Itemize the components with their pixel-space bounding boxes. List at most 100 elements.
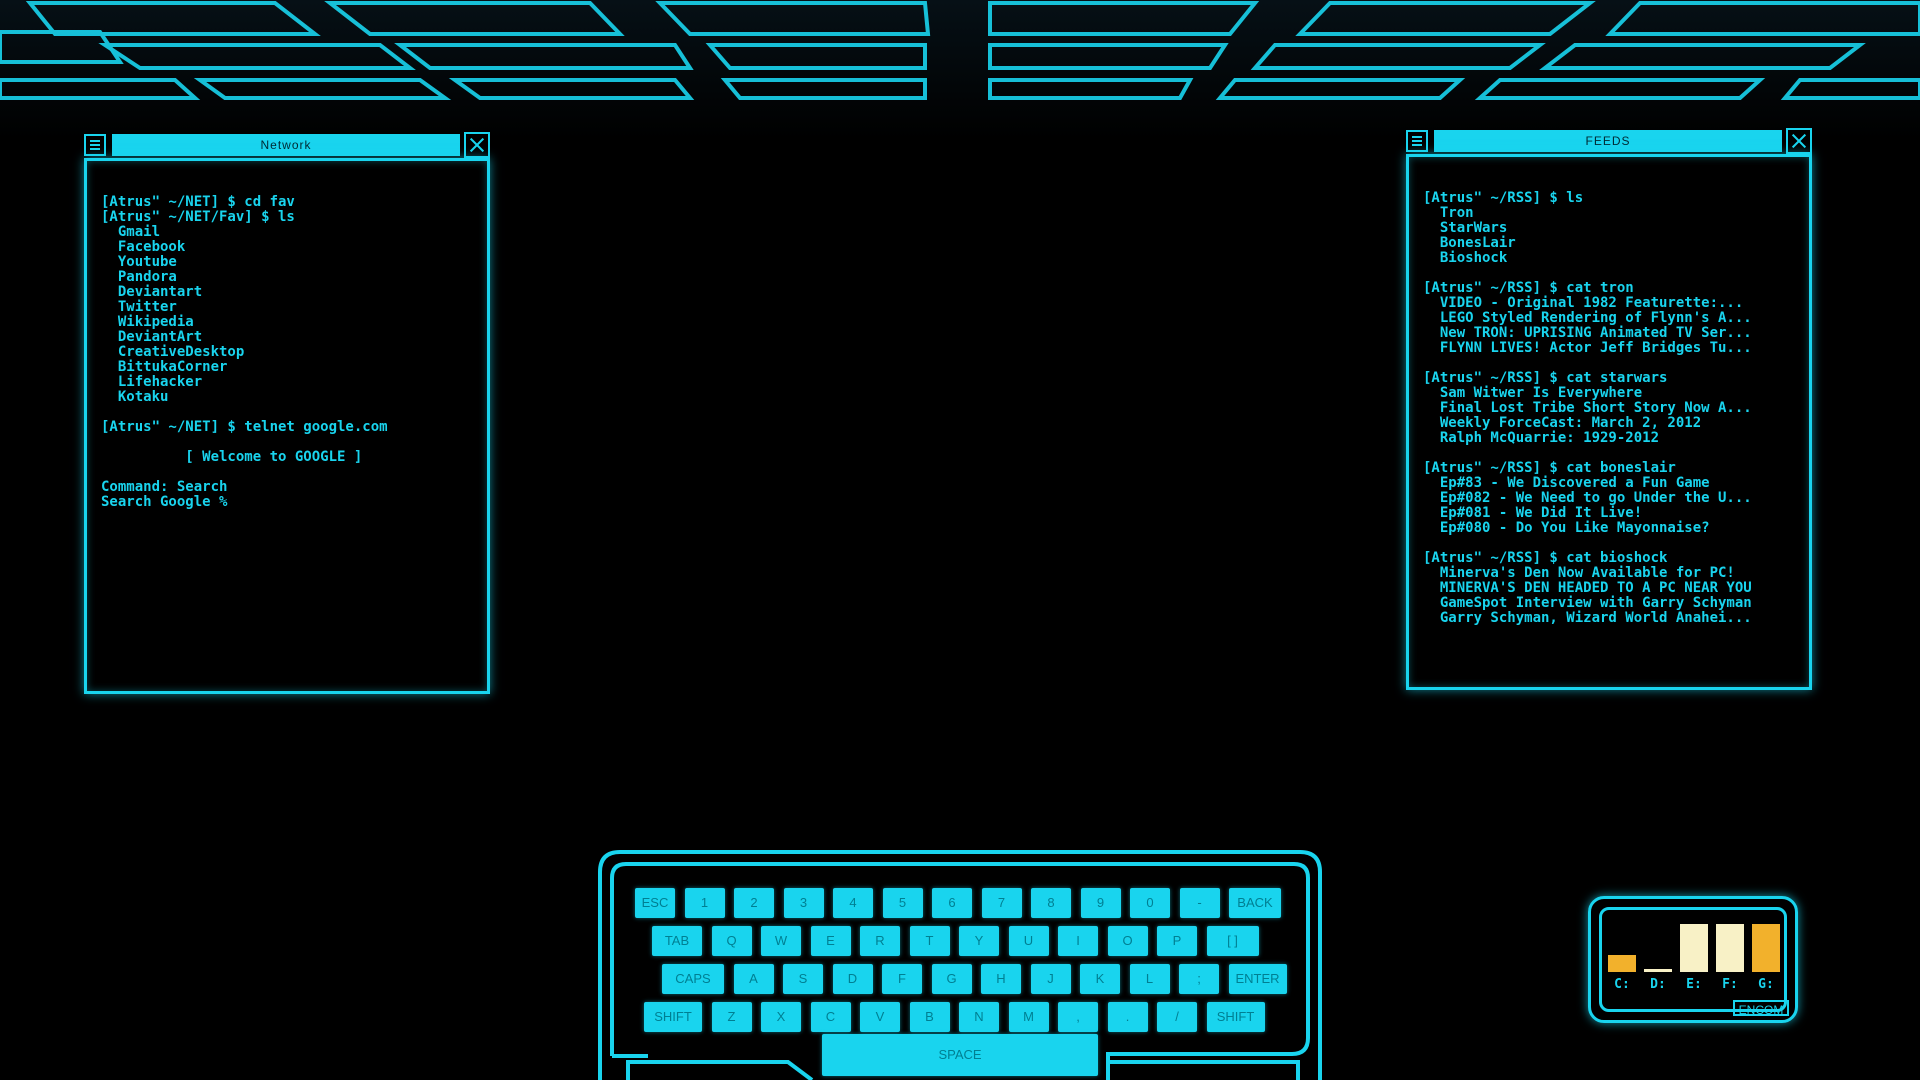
key-i[interactable]: I: [1058, 926, 1098, 956]
feeds-title: FEEDS: [1434, 130, 1782, 152]
key-g[interactable]: G: [931, 964, 972, 994]
key-tab[interactable]: TAB: [652, 926, 702, 956]
key-esc[interactable]: ESC: [635, 888, 675, 918]
terminal-line: Command: Search: [101, 479, 228, 495]
network-terminal[interactable]: [Atrus" ~/NET] $ cd fav [Atrus" ~/NET/Fav…: [84, 158, 490, 694]
terminal-line: [ Welcome to GOOGLE ]: [101, 449, 363, 465]
key-s[interactable]: S: [783, 964, 823, 994]
key-n[interactable]: N: [959, 1002, 999, 1032]
key-9[interactable]: 9: [1080, 888, 1121, 918]
key-r[interactable]: R: [860, 926, 900, 956]
drive-label: G:: [1758, 977, 1774, 992]
key-3[interactable]: 3: [783, 888, 824, 918]
key-symbol[interactable]: ,: [1058, 1002, 1098, 1032]
key-symbol[interactable]: [ ]: [1206, 926, 1259, 956]
terminal-line: New TRON: UPRISING Animated TV Ser...: [1423, 325, 1752, 341]
terminal-line: [Atrus" ~/RSS] $ cat boneslair: [1423, 460, 1676, 476]
key-f[interactable]: F: [882, 964, 922, 994]
on-screen-keyboard: ESC 1 2 3 4 5 6 7 8 9 0- BACK TAB Q W E R T Y U I O P[ ] CAPS A S…: [588, 848, 1332, 1080]
key-x[interactable]: X: [761, 1002, 801, 1032]
terminal-line: Lifehacker: [101, 374, 203, 390]
key-symbol[interactable]: .: [1107, 1002, 1148, 1032]
network-menu-icon[interactable]: [84, 134, 106, 156]
key-j[interactable]: J: [1030, 964, 1071, 994]
key-m[interactable]: M: [1008, 1002, 1049, 1032]
drive-label: F:: [1722, 977, 1738, 992]
key-y[interactable]: Y: [959, 926, 999, 956]
terminal-line: [Atrus" ~/RSS] $ cat starwars: [1423, 370, 1668, 386]
key-space[interactable]: SPACE: [822, 1034, 1098, 1076]
drive-bar: [1608, 955, 1636, 972]
key-d[interactable]: D: [832, 964, 873, 994]
key-l[interactable]: L: [1129, 964, 1170, 994]
key-e[interactable]: E: [810, 926, 851, 956]
network-close-icon[interactable]: [464, 132, 490, 158]
key-8[interactable]: 8: [1031, 888, 1071, 918]
network-window: Network [Atrus" ~/NET] $ cd fav [Atrus" ~…: [84, 132, 490, 694]
terminal-line: Ep#080 - Do You Like Mayonnaise?: [1423, 520, 1710, 536]
key-1[interactable]: 1: [684, 888, 725, 918]
key-symbol[interactable]: /: [1157, 1002, 1197, 1032]
key-a[interactable]: A: [733, 964, 774, 994]
key-7[interactable]: 7: [981, 888, 1022, 918]
feeds-titlebar[interactable]: FEEDS: [1406, 128, 1812, 154]
key-symbol[interactable]: ;: [1179, 964, 1219, 994]
key-q[interactable]: Q: [711, 926, 752, 956]
terminal-line: [Atrus" ~/NET] $ cd fav: [101, 194, 295, 210]
key-h[interactable]: H: [981, 964, 1021, 994]
terminal-line: Tron: [1423, 205, 1474, 221]
key-b[interactable]: B: [909, 1002, 950, 1032]
feeds-window: FEEDS [Atrus" ~/RSS] $ ls Tron StarWars …: [1406, 128, 1812, 690]
key-0[interactable]: 0: [1130, 888, 1170, 918]
feeds-close-icon[interactable]: [1786, 128, 1812, 154]
key-u[interactable]: U: [1008, 926, 1049, 956]
key-caps[interactable]: CAPS: [662, 964, 724, 994]
key-t[interactable]: T: [909, 926, 950, 956]
network-title: Network: [112, 134, 460, 156]
terminal-line: Ralph McQuarrie: 1929-2012: [1423, 430, 1660, 446]
drive-bar: [1716, 924, 1744, 972]
terminal-line: Garry Schyman, Wizard World Anahei...: [1423, 610, 1752, 626]
terminal-line: Minerva's Den Now Available for PC!: [1423, 565, 1735, 581]
drive-label: C:: [1614, 977, 1630, 992]
key-c[interactable]: C: [810, 1002, 851, 1032]
drive-label: E:: [1686, 977, 1702, 992]
terminal-line: [Atrus" ~/RSS] $ cat bioshock: [1423, 550, 1668, 566]
key-shift[interactable]: SHIFT: [1206, 1002, 1265, 1032]
terminal-line: BonesLair: [1423, 235, 1516, 251]
drive-usage-panel: C: D: E: F: G: ENCOM: [1599, 907, 1789, 1017]
key-back[interactable]: BACK: [1229, 888, 1281, 918]
key-p[interactable]: P: [1157, 926, 1197, 956]
key-symbol[interactable]: -: [1179, 888, 1220, 918]
key-v[interactable]: V: [860, 1002, 900, 1032]
key-4[interactable]: 4: [833, 888, 873, 918]
terminal-line: GameSpot Interview with Garry Schyman: [1423, 595, 1752, 611]
feeds-terminal[interactable]: [Atrus" ~/RSS] $ ls Tron StarWars BonesL…: [1406, 154, 1812, 690]
terminal-line: Final Lost Tribe Short Story Now A...: [1423, 400, 1752, 416]
drive-bar: [1644, 969, 1672, 972]
terminal-line: [Atrus" ~/NET/Fav] $ ls: [101, 209, 295, 225]
network-titlebar[interactable]: Network: [84, 132, 490, 158]
key-5[interactable]: 5: [882, 888, 923, 918]
terminal-line: Search Google %: [101, 494, 228, 510]
terminal-line: [Atrus" ~/RSS] $ ls: [1423, 190, 1584, 206]
key-6[interactable]: 6: [932, 888, 972, 918]
feeds-menu-icon[interactable]: [1406, 130, 1428, 152]
ceiling-grid-graphic: [0, 0, 1920, 100]
terminal-line: VIDEO - Original 1982 Featurette:...: [1423, 295, 1744, 311]
key-k[interactable]: K: [1080, 964, 1120, 994]
key-2[interactable]: 2: [734, 888, 774, 918]
terminal-line: MINERVA'S DEN HEADED TO A PC NEAR YOU: [1423, 580, 1752, 596]
terminal-line: Ep#082 - We Need to go Under the U...: [1423, 490, 1752, 506]
terminal-line: Youtube: [101, 254, 177, 270]
key-shift[interactable]: SHIFT: [644, 1002, 702, 1032]
key-z[interactable]: Z: [711, 1002, 752, 1032]
key-enter[interactable]: ENTER: [1228, 964, 1287, 994]
key-o[interactable]: O: [1107, 926, 1148, 956]
terminal-line: Pandora: [101, 269, 177, 285]
terminal-line: Facebook: [101, 239, 186, 255]
key-w[interactable]: W: [761, 926, 801, 956]
